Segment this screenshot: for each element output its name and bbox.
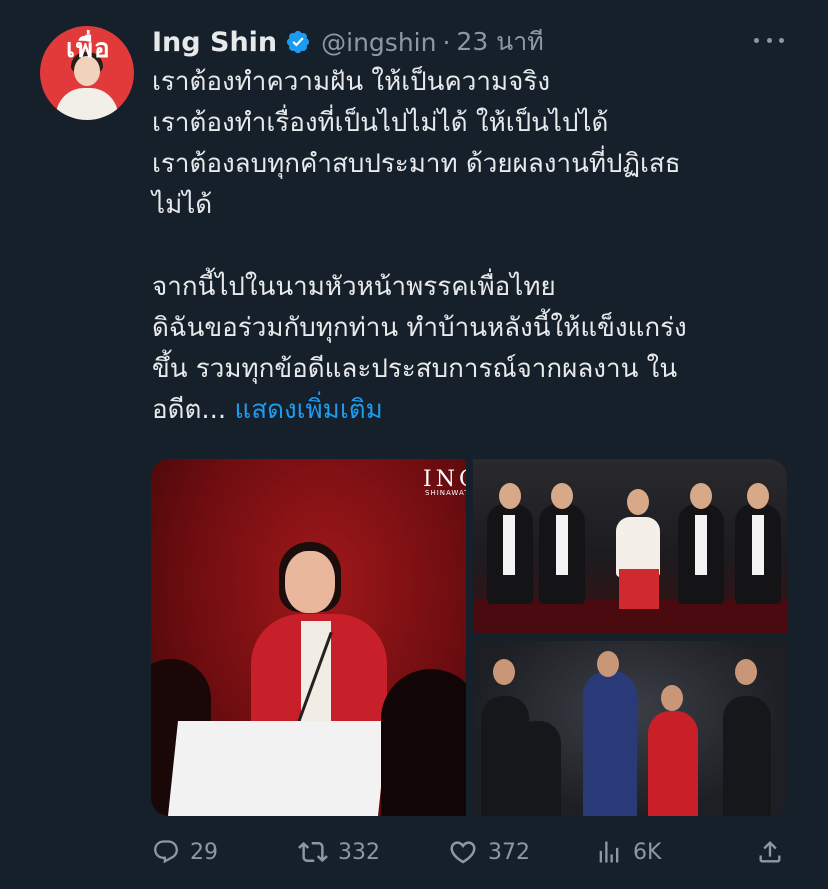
tweet-text-line: จากนี้ไปในนามหัวหน้าพรรคเพื่อไทย — [152, 272, 556, 302]
like-count: 372 — [488, 839, 530, 865]
handle[interactable]: @ingshin — [321, 28, 436, 57]
photo-head — [735, 659, 757, 685]
reply-button[interactable]: 29 — [152, 834, 218, 870]
photo-person — [723, 696, 771, 816]
photo-watermark-sub: SHINAWAT — [425, 489, 466, 497]
tweet-text-tail: อดีต... — [152, 395, 227, 425]
avatar-body — [56, 88, 118, 120]
show-more-link[interactable]: แสดงเพิ่มเติม — [234, 395, 382, 425]
tweet-actions: 29 332 372 6K — [152, 834, 788, 870]
timestamp[interactable]: 23 นาที — [456, 22, 543, 62]
tweet-text-line: ดิฉันขอร่วมกับทุกท่าน ทำบ้านหลังนี้ให้แข… — [152, 313, 687, 343]
photo-audience[interactable] — [473, 459, 787, 634]
photo-shirt — [503, 515, 515, 575]
photo-head — [597, 651, 619, 677]
photo-head — [747, 483, 769, 509]
like-icon — [450, 841, 476, 864]
photo-podium — [168, 721, 388, 816]
views-button[interactable]: 6K — [595, 834, 661, 870]
photo-shirt — [752, 515, 764, 575]
retweet-icon — [298, 841, 328, 863]
photo-face — [285, 551, 335, 613]
photo-shirt — [695, 515, 707, 575]
photo-man-blue-suit — [583, 671, 637, 816]
photo-red-pants — [619, 569, 659, 609]
photo-silhouette — [381, 669, 466, 816]
photo-greeting[interactable] — [473, 641, 787, 816]
photo-head — [499, 483, 521, 509]
photo-speech[interactable]: ING SHINAWAT — [151, 459, 466, 816]
photo-head — [690, 483, 712, 509]
tweet[interactable]: เพื่อ Ing Shin @ingshin · 23 นาที เราต้อ… — [0, 0, 828, 889]
tweet-text-last-line: อดีต... แสดงเพิ่มเติม — [152, 390, 792, 431]
more-icon[interactable] — [754, 30, 784, 50]
photo-head — [551, 483, 573, 509]
share-icon — [759, 841, 781, 863]
views-count: 6K — [633, 839, 662, 865]
photo-person — [513, 721, 561, 816]
photo-head — [493, 659, 515, 685]
tweet-text-line: ขึ้น รวมทุกข้อดีและประสบการณ์จากผลงาน ใน — [152, 354, 678, 384]
photo-head — [661, 685, 683, 711]
display-name[interactable]: Ing Shin — [152, 27, 277, 58]
retweet-button[interactable]: 332 — [298, 834, 380, 870]
photo-woman — [616, 517, 660, 577]
views-icon — [599, 841, 619, 863]
reply-icon — [154, 840, 178, 864]
retweet-count: 332 — [338, 839, 380, 865]
share-button[interactable] — [756, 834, 784, 870]
tweet-header: Ing Shin @ingshin · 23 นาที — [152, 24, 544, 60]
photo-shirt — [556, 515, 568, 575]
like-button[interactable]: 372 — [448, 834, 530, 870]
photo-woman-red — [648, 711, 698, 816]
avatar-logo-text: เพื่อ — [66, 34, 111, 64]
reply-count: 29 — [190, 839, 218, 865]
verified-badge-icon — [287, 30, 310, 54]
tweet-text-line: เราต้องลบทุกคำสบประมาท ด้วยผลงานที่ปฏิเส… — [152, 149, 681, 179]
tweet-text-line: ไม่ได้ — [152, 190, 213, 220]
photo-head — [627, 489, 649, 515]
tweet-text-line: เราต้องทำความฝัน ให้เป็นความจริง — [152, 67, 551, 97]
tweet-text: เราต้องทำความฝัน ให้เป็นความจริง เราต้อง… — [152, 62, 792, 431]
avatar[interactable]: เพื่อ — [40, 26, 134, 120]
separator-dot: · — [442, 27, 451, 57]
tweet-text-line: เราต้องทำเรื่องที่เป็นไปไม่ได้ ให้เป็นไป… — [152, 108, 609, 138]
media-grid: ING SHINAWAT — [151, 459, 787, 816]
